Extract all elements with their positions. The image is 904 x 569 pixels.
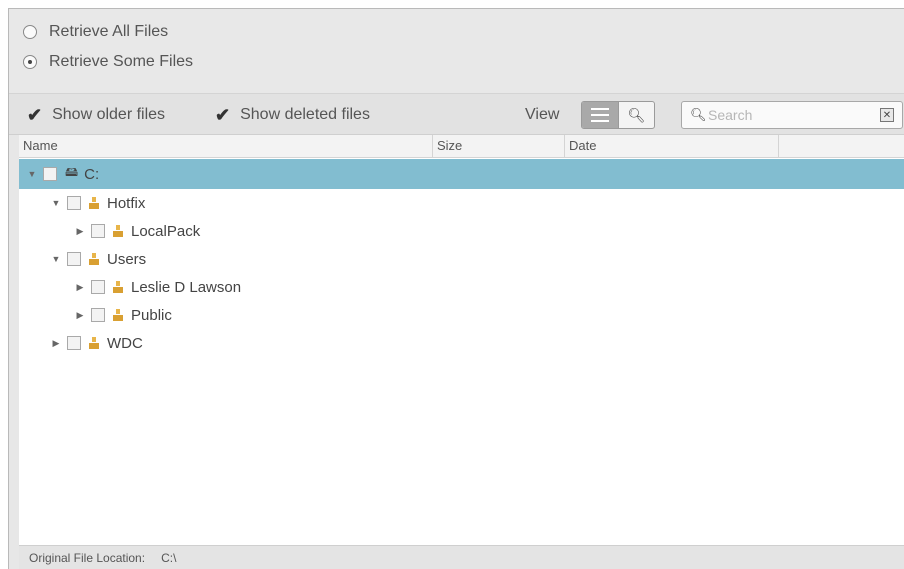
tree-row-users[interactable]: ▼ Users [19, 245, 904, 273]
folder-icon [89, 253, 99, 265]
tree-item-label: C: [84, 165, 100, 183]
column-header-extra [779, 135, 904, 157]
folder-icon [113, 225, 123, 237]
retrieve-some-option[interactable]: Retrieve Some Files [23, 53, 193, 71]
radio-checked-icon[interactable] [23, 55, 37, 69]
tree-row-localpack[interactable]: ▶ LocalPack [19, 217, 904, 245]
list-view-button[interactable] [582, 102, 618, 128]
tree-checkbox[interactable] [67, 336, 81, 350]
retrieve-all-label: Retrieve All Files [49, 23, 169, 40]
retrieve-options: Retrieve All Files Retrieve Some Files [9, 9, 904, 93]
caret-down-icon[interactable]: ▼ [27, 169, 37, 179]
column-header-date[interactable]: Date [565, 135, 779, 157]
tree-item-label: Public [131, 306, 172, 324]
folder-icon [113, 309, 123, 321]
show-deleted-files-checkbox[interactable]: ✔ Show deleted files [215, 94, 370, 136]
caret-down-icon[interactable]: ▼ [51, 198, 61, 208]
caret-down-icon[interactable]: ▼ [51, 254, 61, 264]
tree-row-leslie-d-lawson[interactable]: ▶ Leslie D Lawson [19, 273, 904, 301]
original-location-value: C:\ [161, 550, 177, 565]
caret-right-icon[interactable]: ▶ [51, 338, 61, 349]
tree-item-label: Users [107, 250, 147, 268]
folder-icon [89, 337, 99, 349]
caret-right-icon[interactable]: ▶ [75, 310, 85, 321]
tree-row-public[interactable]: ▶ Public [19, 301, 904, 329]
column-header-name[interactable]: Name [19, 135, 433, 157]
tree-item-label: WDC [107, 334, 143, 352]
search-input[interactable] [704, 107, 872, 123]
tree-checkbox[interactable] [43, 167, 57, 181]
search-icon: 🔍︎ [690, 107, 707, 122]
column-headers: Name Size Date [19, 135, 904, 158]
show-older-files-checkbox[interactable]: ✔ Show older files [27, 94, 165, 136]
tree-checkbox[interactable] [67, 196, 81, 210]
show-deleted-files-label: Show deleted files [240, 106, 370, 123]
tree-item-label: LocalPack [131, 222, 201, 240]
status-bar: Original File Location: C:\ [19, 545, 904, 569]
caret-right-icon[interactable]: ▶ [75, 226, 85, 237]
checkmark-icon[interactable]: ✔ [215, 105, 230, 126]
checkmark-icon[interactable]: ✔ [27, 105, 42, 126]
search-view-button[interactable]: 🔍︎ [618, 102, 654, 128]
radio-unchecked-icon[interactable] [23, 25, 37, 39]
tree-checkbox[interactable] [91, 308, 105, 322]
caret-right-icon[interactable]: ▶ [75, 282, 85, 293]
search-icon: 🔍︎ [627, 106, 646, 123]
file-toolbar: ✔ Show older files ✔ Show deleted files … [9, 93, 904, 135]
search-box: 🔍︎ ✕ [681, 101, 903, 129]
tree-row-c-drive[interactable]: ▼ 🖴 C: [19, 159, 904, 189]
view-toggle: 🔍︎ [581, 101, 655, 129]
drive-icon: 🖴 [65, 164, 79, 179]
column-header-size[interactable]: Size [433, 135, 565, 157]
restore-panel: Retrieve All Files Retrieve Some Files ✔… [8, 8, 904, 569]
folder-icon [89, 197, 99, 209]
tree-checkbox[interactable] [91, 280, 105, 294]
tree-checkbox[interactable] [67, 252, 81, 266]
view-label: View [525, 106, 560, 123]
clear-icon[interactable]: ✕ [880, 108, 894, 122]
tree-item-label: Hotfix [107, 194, 146, 212]
user-folder-icon [113, 281, 123, 293]
tree-checkbox[interactable] [91, 224, 105, 238]
file-tree: Name Size Date ▼ 🖴 C: ▼ Hotfix ▶ LocalPa… [19, 135, 904, 545]
tree-item-label: Leslie D Lawson [131, 278, 242, 296]
tree-row-wdc[interactable]: ▶ WDC [19, 329, 904, 357]
show-older-files-label: Show older files [52, 106, 166, 123]
tree-row-hotfix[interactable]: ▼ Hotfix [19, 189, 904, 217]
original-location-label: Original File Location: [29, 550, 146, 565]
retrieve-some-label: Retrieve Some Files [49, 53, 194, 70]
retrieve-all-option[interactable]: Retrieve All Files [23, 23, 168, 41]
